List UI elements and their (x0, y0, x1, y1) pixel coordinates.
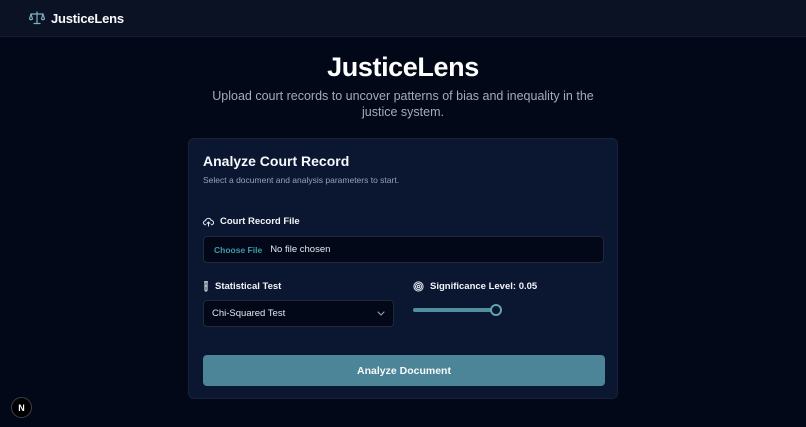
page-title: JusticeLens (327, 52, 479, 82)
brand-name: JusticeLens (51, 10, 124, 26)
court-record-file-input[interactable]: Choose File No file chosen (203, 236, 604, 263)
target-icon (413, 281, 424, 292)
file-field-label: Court Record File (203, 216, 300, 227)
test-tube-icon (203, 281, 209, 292)
card-title: Analyze Court Record (203, 153, 350, 169)
analyze-document-button[interactable]: Analyze Document (203, 355, 605, 386)
brand[interactable]: JusticeLens (29, 11, 124, 26)
card-description: Select a document and analysis parameter… (203, 175, 400, 185)
scale-icon (29, 11, 45, 25)
page-subtitle: Upload court records to uncover patterns… (212, 89, 594, 119)
test-field-label: Statistical Test (203, 281, 281, 292)
cloud-upload-icon (203, 217, 214, 227)
significance-field-label: Significance Level: 0.05 (413, 281, 537, 292)
significance-label-text: Significance Level: 0.05 (430, 281, 538, 292)
test-field-label-text: Statistical Test (215, 281, 282, 292)
significance-slider[interactable] (413, 303, 505, 317)
dev-badge[interactable]: N (11, 397, 32, 418)
chevron-down-icon (377, 311, 385, 316)
file-field-label-text: Court Record File (220, 216, 300, 227)
select-value: Chi-Squared Test (212, 308, 286, 319)
analyze-card: Analyze Court Record Select a document a… (188, 138, 618, 399)
file-status: No file chosen (270, 244, 331, 255)
top-navbar: JusticeLens (0, 0, 806, 37)
slider-fill (413, 308, 496, 312)
statistical-test-select[interactable]: Chi-Squared Test (203, 300, 394, 327)
choose-file-button[interactable]: Choose File (214, 245, 262, 255)
slider-thumb[interactable] (489, 304, 502, 316)
